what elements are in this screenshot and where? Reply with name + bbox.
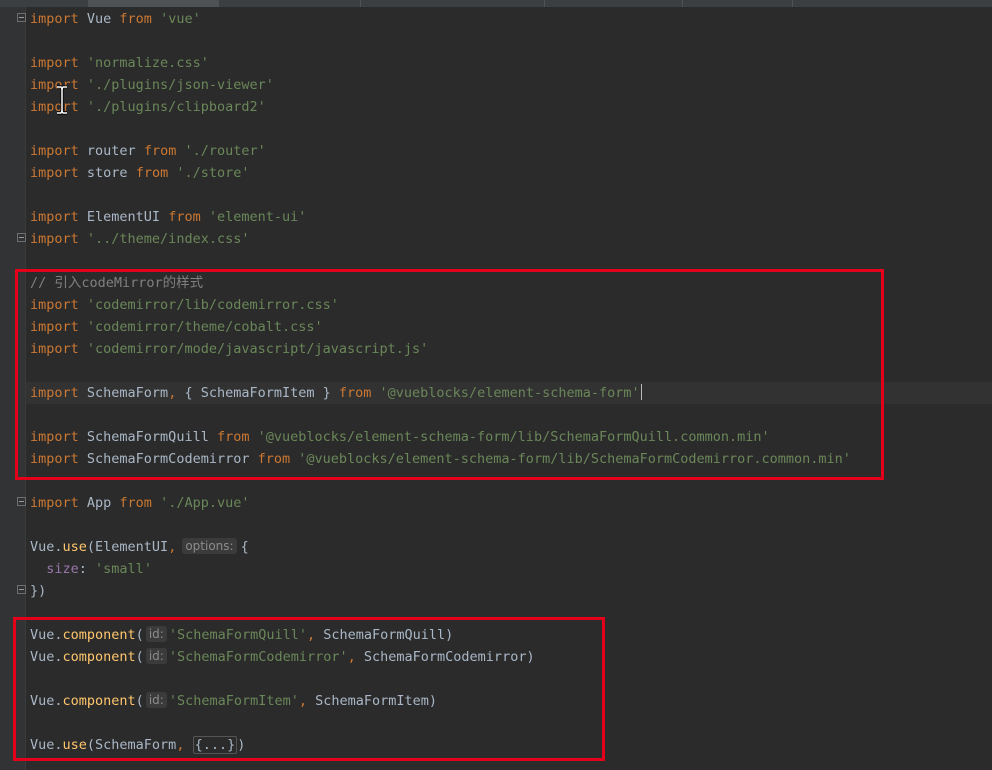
string-literal: './store' [168, 165, 250, 181]
identifier: Vue [78, 11, 120, 27]
string-literal: 'element-ui' [200, 209, 307, 225]
parameter-hint: options: [182, 538, 237, 554]
fold-end-icon[interactable] [17, 585, 26, 594]
code-line-25[interactable]: Vue.use(ElementUI, options:{ [30, 536, 249, 558]
string-literal: 'small' [95, 561, 152, 577]
string-literal: 'vue' [151, 11, 201, 27]
arguments: (ElementUI [86, 539, 169, 555]
keyword: import [30, 231, 79, 247]
closing-brace: }) [30, 583, 47, 599]
code-line-26[interactable]: size: 'small' [30, 558, 152, 580]
editor-tab[interactable] [682, 0, 793, 7]
editor-tab[interactable] [360, 0, 545, 7]
code-line-8[interactable]: import store from './store' [30, 162, 249, 184]
keyword: from [168, 209, 201, 225]
string-literal: './plugins/json-viewer' [78, 77, 274, 93]
editor-tab-active[interactable] [88, 0, 219, 7]
text-cursor-icon [57, 85, 67, 115]
code-line-27[interactable]: }) [30, 580, 46, 602]
editor-tab[interactable] [0, 0, 89, 7]
code-line-10[interactable]: import ElementUI from 'element-ui' [30, 206, 306, 228]
code-line-7[interactable]: import router from './router' [30, 140, 266, 162]
identifier: store [78, 165, 136, 181]
identifier: App [78, 495, 120, 511]
punctuation: , [168, 539, 177, 555]
code-line-1[interactable]: import Vue from 'vue' [30, 8, 201, 30]
fold-end-icon[interactable] [17, 233, 26, 242]
editor-tab-bar [0, 0, 992, 7]
string-literal: './App.vue' [151, 495, 250, 511]
keyword: from [119, 11, 152, 27]
keyword: from [119, 495, 152, 511]
string-literal: '../theme/index.css' [78, 231, 250, 247]
arguments: { [240, 539, 249, 555]
keyword: import [30, 143, 79, 159]
highlight-box-registration [13, 617, 605, 761]
keyword: from [143, 143, 177, 159]
string-literal: './router' [176, 143, 266, 159]
keyword: import [30, 209, 79, 225]
code-line-23[interactable]: import App from './App.vue' [30, 492, 249, 514]
code-line-11[interactable]: import '../theme/index.css' [30, 228, 249, 250]
code-line-3[interactable]: import 'normalize.css' [30, 52, 209, 74]
method-name: use [62, 539, 87, 555]
keyword: import [30, 11, 79, 27]
highlight-box-imports [15, 269, 884, 480]
object-name: Vue. [30, 539, 63, 555]
identifier: router [78, 143, 144, 159]
fold-start-icon[interactable] [17, 497, 26, 506]
punctuation: : [78, 561, 96, 577]
editor-tab[interactable] [218, 0, 361, 7]
keyword: import [30, 165, 79, 181]
fold-start-icon[interactable] [17, 13, 26, 22]
keyword: from [135, 165, 169, 181]
identifier: ElementUI [78, 209, 169, 225]
editor-tab[interactable] [544, 0, 683, 7]
string-literal: 'normalize.css' [78, 55, 209, 71]
keyword: import [30, 55, 79, 71]
keyword: import [30, 495, 79, 511]
property-name: size [46, 561, 79, 577]
string-literal: './plugins/clipboard2' [78, 99, 266, 115]
